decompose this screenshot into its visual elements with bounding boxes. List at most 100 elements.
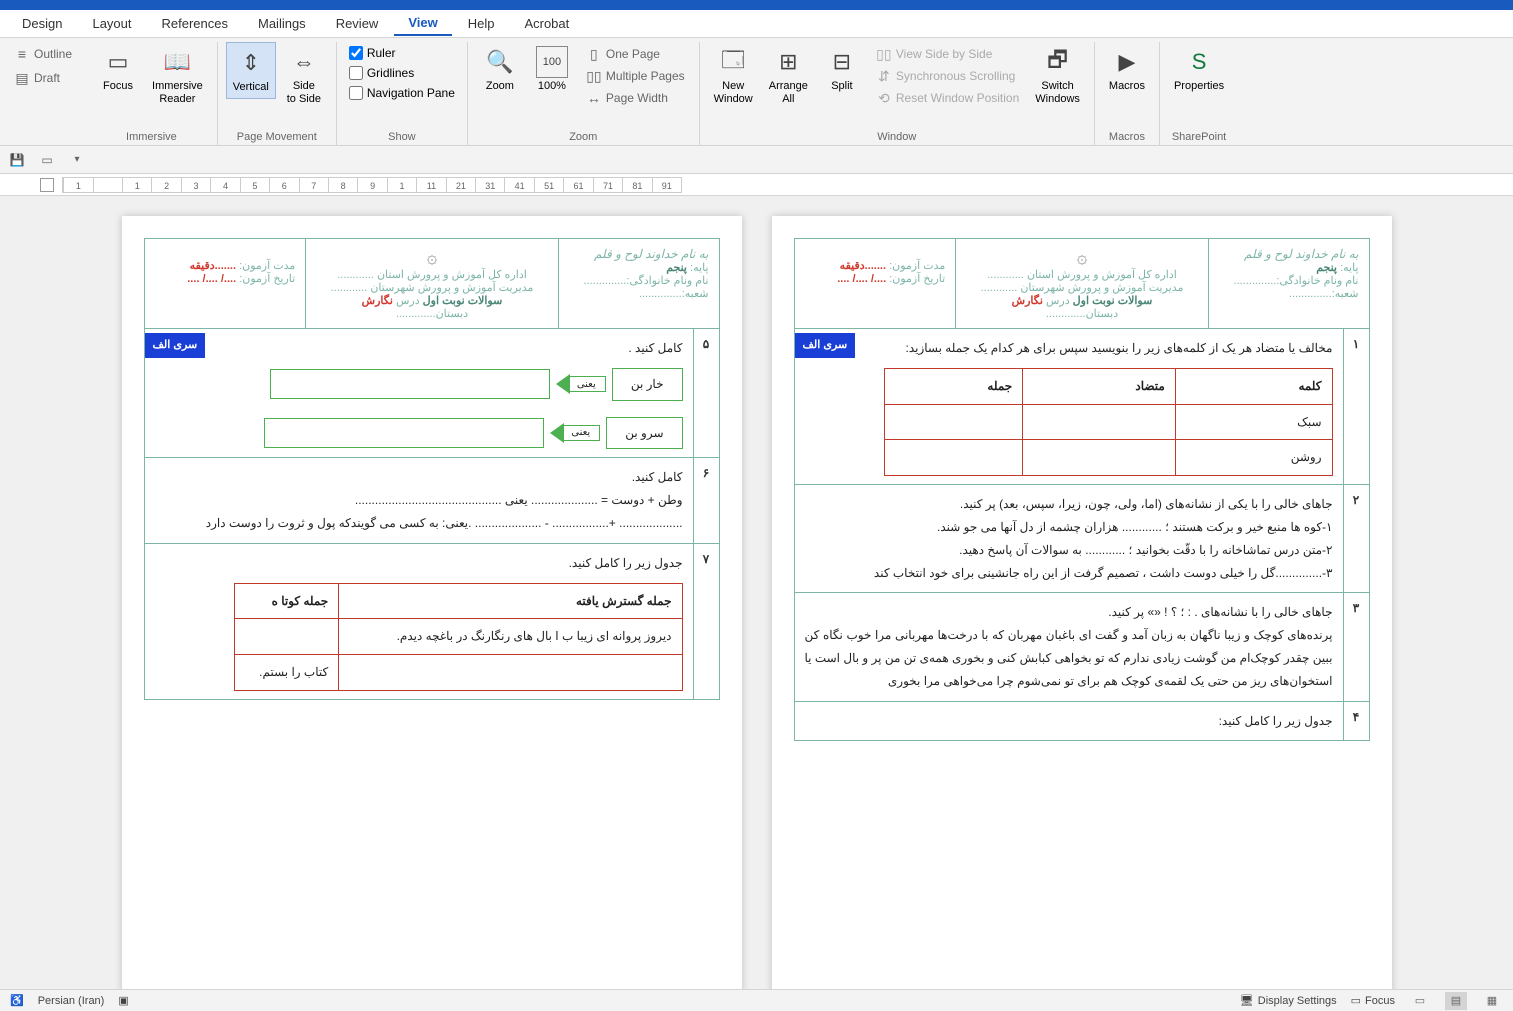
- titlebar: [0, 0, 1513, 10]
- diagram-box: خار بن: [612, 368, 683, 401]
- inner-table: جمله گسترش یافتهجمله کوتا ه دیروز پروانه…: [234, 583, 683, 691]
- diagram-answer-box: [270, 369, 550, 399]
- outline-view-button[interactable]: ≡Outline: [8, 44, 78, 64]
- page-1: به نام خداوند لوح و قلم پایه: پنجم نام و…: [772, 216, 1392, 989]
- zoom-100-button[interactable]: 100 100%: [528, 42, 576, 97]
- new-window-button[interactable]: 🗔 New Window: [708, 42, 759, 110]
- emblem-icon: ۞: [1077, 247, 1088, 268]
- tab-design[interactable]: Design: [8, 12, 76, 35]
- language-button[interactable]: Persian (Iran): [38, 995, 105, 1007]
- tab-acrobat[interactable]: Acrobat: [510, 12, 583, 35]
- group-label-window: Window: [708, 129, 1086, 145]
- tab-selector[interactable]: [40, 178, 54, 192]
- switch-windows-button[interactable]: 🗗 Switch Windows: [1029, 42, 1086, 110]
- ribbon: ≡Outline ▤Draft ▭ Focus 📖 Immersive Read…: [0, 38, 1513, 146]
- macros-icon: ▶: [1111, 46, 1143, 78]
- tab-mailings[interactable]: Mailings: [244, 12, 320, 35]
- multi-page-button[interactable]: ▯▯Multiple Pages: [580, 66, 691, 86]
- tab-layout[interactable]: Layout: [78, 12, 145, 35]
- outline-icon: ≡: [14, 46, 30, 62]
- one-page-button[interactable]: ▯One Page: [580, 44, 691, 64]
- arrow-icon: یعنی: [550, 421, 600, 445]
- immersive-icon: 📖: [161, 46, 193, 78]
- navpane-checkbox[interactable]: Navigation Pane: [345, 84, 459, 102]
- focus-mode-button[interactable]: ▭Focus: [1351, 994, 1395, 1007]
- quick-access-toolbar: 💾 ▭ ▾: [0, 146, 1513, 174]
- side-by-side-button: ▯▯View Side by Side: [870, 44, 1025, 64]
- display-settings-button[interactable]: 🖥Display Settings: [1240, 994, 1337, 1007]
- inner-table: کلمهمتضادجمله سبک روشن: [884, 368, 1333, 476]
- split-icon: ⊟: [826, 46, 858, 78]
- draft-view-button[interactable]: ▤Draft: [8, 68, 78, 88]
- newwin-icon: 🗔: [717, 46, 749, 78]
- reset-icon: ⟲: [876, 90, 892, 106]
- focus-button[interactable]: ▭ Focus: [94, 42, 142, 97]
- qat-item[interactable]: ▭: [36, 149, 58, 171]
- print-layout-button[interactable]: ▤: [1445, 992, 1467, 1010]
- group-label-sharepoint: SharePoint: [1168, 129, 1230, 145]
- tab-help[interactable]: Help: [454, 12, 509, 35]
- arrow-icon: یعنی: [556, 372, 606, 396]
- draft-icon: ▤: [14, 70, 30, 86]
- series-badge: سری الف: [145, 333, 206, 358]
- page-2: به نام خداوند لوح و قلم پایه: پنجم نام و…: [122, 216, 742, 989]
- side-to-side-button[interactable]: ⇔ Side to Side: [280, 42, 328, 110]
- arrange-icon: ⊞: [772, 46, 804, 78]
- sync-scroll-button: ⇵Synchronous Scrolling: [870, 66, 1025, 86]
- emblem-icon: ۞: [427, 247, 438, 268]
- question-number: ۱: [1343, 329, 1369, 484]
- question-number: ۳: [1343, 593, 1369, 700]
- split-button[interactable]: ⊟ Split: [818, 42, 866, 97]
- sharepoint-icon: S: [1183, 46, 1215, 78]
- series-badge: سری الف: [795, 333, 856, 358]
- vertical-button[interactable]: ⇕ Vertical: [226, 42, 276, 99]
- properties-button[interactable]: S Properties: [1168, 42, 1230, 97]
- immersive-reader-button[interactable]: 📖 Immersive Reader: [146, 42, 209, 110]
- macros-button[interactable]: ▶ Macros: [1103, 42, 1151, 97]
- statusbar: ♿ Persian (Iran) ▣ 🖥Display Settings ▭Fo…: [0, 989, 1513, 1011]
- switch-icon: 🗗: [1042, 46, 1074, 78]
- gridlines-checkbox[interactable]: Gridlines: [345, 64, 459, 82]
- ruler-checkbox[interactable]: Ruler: [345, 44, 459, 62]
- group-label-show: Show: [345, 129, 459, 145]
- ruler-area: 91817161514131211119876543211: [0, 174, 1513, 196]
- multipage-icon: ▯▯: [586, 68, 602, 84]
- focus-icon: ▭: [102, 46, 134, 78]
- tab-references[interactable]: References: [148, 12, 242, 35]
- zoom-icon: 🔍: [484, 46, 516, 78]
- group-label-macros: Macros: [1103, 129, 1151, 145]
- question-number: ۵: [693, 329, 719, 457]
- web-layout-button[interactable]: ▦: [1481, 992, 1503, 1010]
- tab-review[interactable]: Review: [322, 12, 393, 35]
- tab-view[interactable]: View: [394, 11, 451, 36]
- diagram-answer-box: [264, 418, 544, 448]
- zoom-button[interactable]: 🔍 Zoom: [476, 42, 524, 97]
- group-label-immersive: Immersive: [94, 129, 209, 145]
- document-area[interactable]: به نام خداوند لوح و قلم پایه: پنجم نام و…: [0, 196, 1513, 989]
- qat-dropdown[interactable]: ▾: [66, 149, 88, 171]
- question-number: ۴: [1343, 702, 1369, 741]
- question-number: ۷: [693, 544, 719, 699]
- sidebyside-icon: ▯▯: [876, 46, 892, 62]
- macro-status[interactable]: ▣: [118, 994, 128, 1007]
- question-number: ۶: [693, 458, 719, 542]
- group-label: [8, 129, 78, 145]
- arrange-all-button[interactable]: ⊞ Arrange All: [763, 42, 814, 110]
- exam-header: به نام خداوند لوح و قلم پایه: پنجم نام و…: [144, 238, 720, 329]
- horizontal-ruler[interactable]: 91817161514131211119876543211: [62, 177, 682, 193]
- ribbon-tabs: Design Layout References Mailings Review…: [0, 10, 1513, 38]
- onepage-icon: ▯: [586, 46, 602, 62]
- reset-window-button: ⟲Reset Window Position: [870, 88, 1025, 108]
- diagram-box: سرو بن: [606, 417, 682, 450]
- question-number: ۲: [1343, 485, 1369, 592]
- group-label-zoom: Zoom: [476, 129, 691, 145]
- sync-icon: ⇵: [876, 68, 892, 84]
- group-label-pagemove: Page Movement: [226, 129, 328, 145]
- read-mode-button[interactable]: ▭: [1409, 992, 1431, 1010]
- page-width-button[interactable]: ↔Page Width: [580, 88, 691, 108]
- side-icon: ⇔: [288, 46, 320, 78]
- save-button[interactable]: 💾: [6, 149, 28, 171]
- pagewidth-icon: ↔: [586, 90, 602, 106]
- accessibility-button[interactable]: ♿: [10, 994, 24, 1007]
- zoom-100-icon: 100: [536, 46, 568, 78]
